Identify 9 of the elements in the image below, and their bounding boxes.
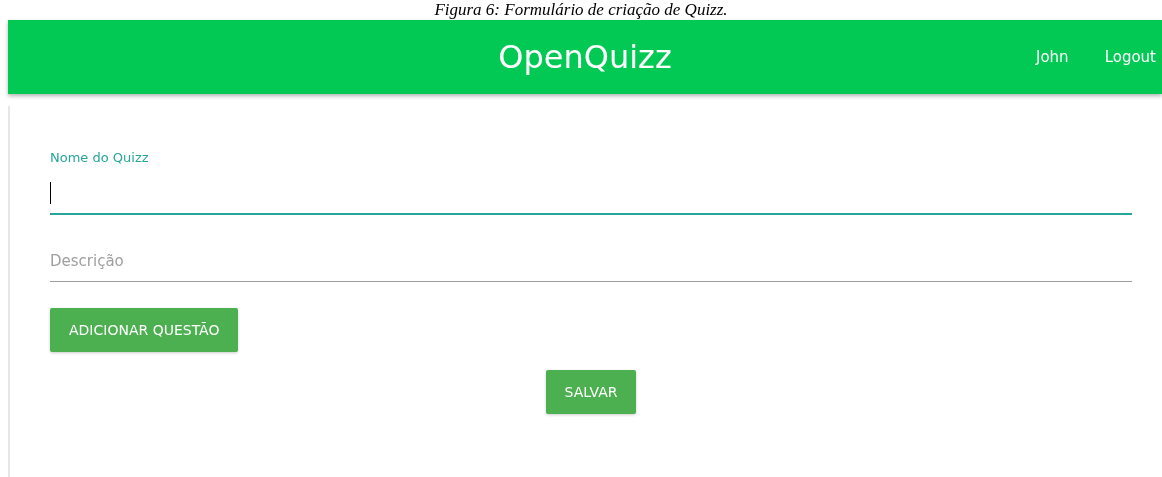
figure-caption: Figura 6: Formulário de criação de Quizz.	[433, 0, 729, 20]
nav-link[interactable]: John	[1036, 48, 1069, 66]
add-question-button[interactable]: ADICIONAR QUESTÃO	[50, 308, 239, 352]
nav-link[interactable]: Logout	[1104, 48, 1156, 66]
text-cursor	[50, 182, 51, 204]
save-button[interactable]: SALVAR	[545, 370, 637, 414]
input-field[interactable]: Descrição	[50, 241, 1132, 282]
field-label: Nome do Quizz	[50, 150, 150, 165]
brand-title[interactable]: OpenQuizz	[498, 38, 672, 76]
